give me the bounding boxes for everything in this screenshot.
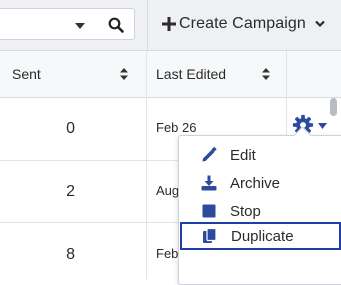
column-header-sent[interactable]: Sent bbox=[12, 66, 41, 82]
plus-icon bbox=[162, 17, 176, 31]
cell-last-edited: Feb bbox=[156, 246, 179, 261]
chevron-down-icon[interactable] bbox=[315, 20, 325, 28]
cell-sent: 0 bbox=[66, 120, 75, 137]
search-icon[interactable] bbox=[108, 17, 124, 33]
cell-sent: 8 bbox=[66, 246, 75, 263]
copy-icon bbox=[203, 228, 217, 243]
pencil-icon bbox=[202, 147, 217, 162]
toolbar: Create Campaign bbox=[0, 0, 341, 51]
row-actions-menu: Edit Archive Stop Duplicate bbox=[178, 126, 341, 285]
menu-item-label: Edit bbox=[230, 146, 256, 164]
cell-last-edited: Aug bbox=[156, 183, 180, 198]
menu-item-duplicate[interactable]: Duplicate bbox=[180, 222, 341, 250]
caret-down-icon bbox=[318, 123, 327, 129]
stop-icon bbox=[202, 204, 216, 218]
menu-item-stop[interactable]: Stop bbox=[179, 197, 341, 225]
create-campaign-label: Create Campaign bbox=[179, 15, 306, 32]
sort-icon[interactable] bbox=[120, 68, 128, 80]
menu-item-archive[interactable]: Archive bbox=[179, 169, 341, 197]
column-separator bbox=[146, 51, 147, 279]
cell-last-edited: Feb 26 bbox=[156, 120, 197, 135]
dropdown-caret-icon[interactable] bbox=[75, 23, 85, 29]
download-icon bbox=[201, 175, 217, 191]
menu-item-label: Archive bbox=[230, 174, 281, 192]
search-field[interactable] bbox=[0, 8, 135, 40]
menu-item-label: Stop bbox=[230, 202, 261, 220]
sort-icon[interactable] bbox=[262, 68, 270, 80]
toolbar-divider bbox=[147, 0, 148, 50]
menu-item-edit[interactable]: Edit bbox=[179, 141, 341, 169]
column-header-last-edited[interactable]: Last Edited bbox=[156, 66, 226, 82]
create-campaign-button[interactable]: Create Campaign bbox=[162, 9, 332, 39]
menu-item-label: Duplicate bbox=[231, 227, 294, 245]
cell-sent: 2 bbox=[66, 183, 75, 200]
